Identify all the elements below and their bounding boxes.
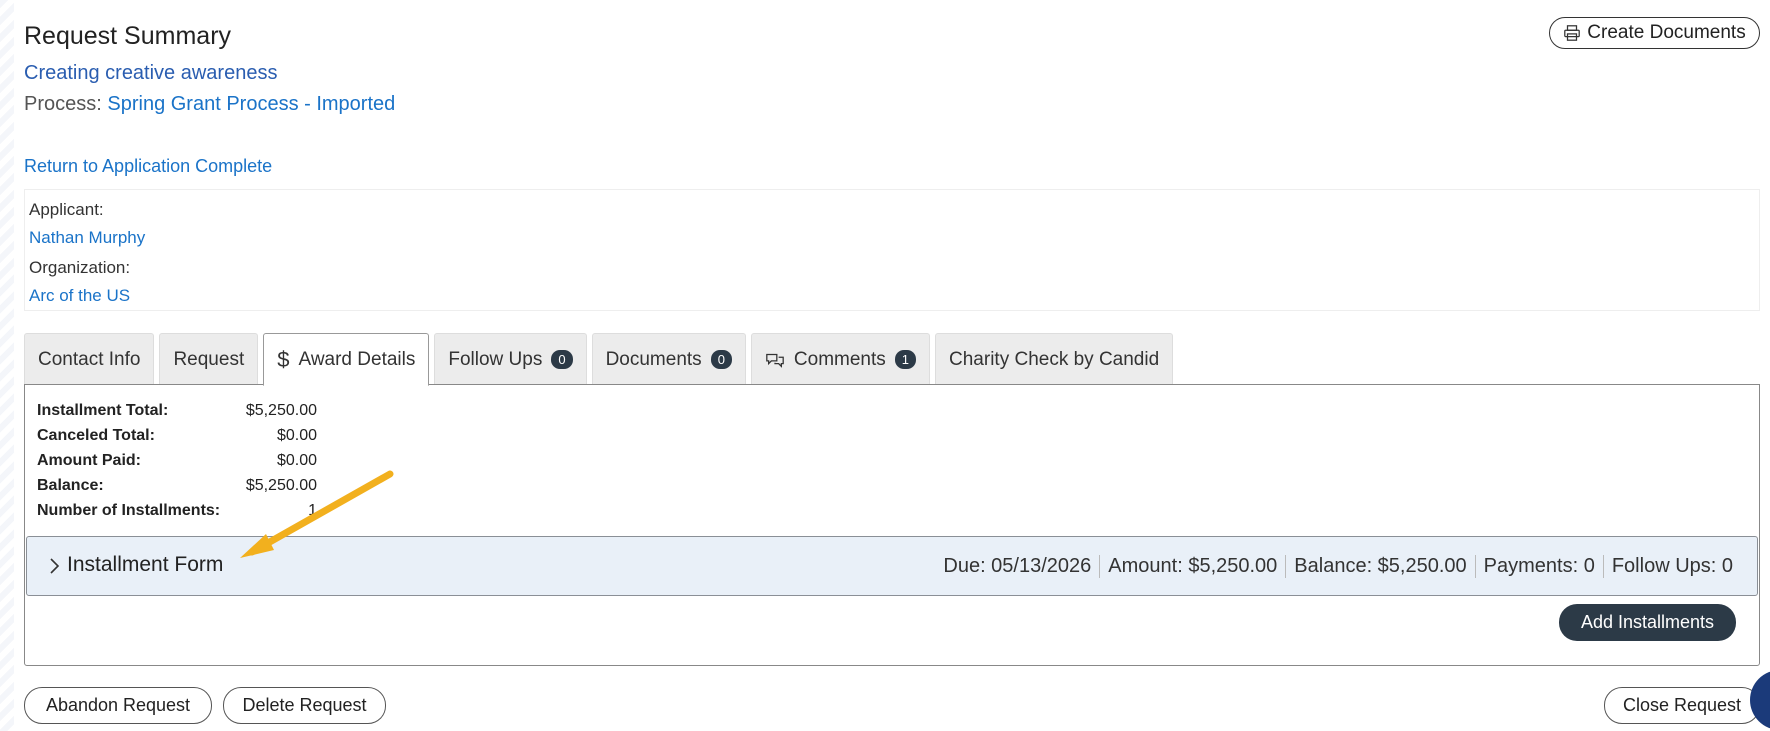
- abandon-request-button[interactable]: Abandon Request: [24, 687, 212, 724]
- installment-amount: Amount: $5,250.00: [1099, 555, 1285, 578]
- background-stripe: [0, 0, 14, 731]
- tab-label: Contact Info: [38, 348, 141, 370]
- tab-follow-ups[interactable]: Follow Ups 0: [434, 333, 587, 385]
- tab-label: Comments: [793, 348, 886, 370]
- summary-label: Canceled Total:: [37, 427, 155, 444]
- tab-label: Documents: [605, 348, 702, 370]
- count-badge: 0: [710, 350, 732, 369]
- summary-label: Amount Paid:: [37, 452, 141, 469]
- process-link[interactable]: Spring Grant Process - Imported: [107, 93, 395, 115]
- summary-label: Installment Total:: [37, 402, 169, 419]
- delete-request-button[interactable]: Delete Request: [223, 687, 386, 724]
- tab-label: Charity Check by Candid: [949, 348, 1160, 370]
- summary-label: Balance:: [37, 477, 104, 494]
- count-badge: 0: [551, 350, 573, 369]
- installment-balance: Balance: $5,250.00: [1285, 555, 1474, 578]
- tab-charity-check[interactable]: Charity Check by Candid: [935, 333, 1174, 385]
- installment-due: Due: 05/13/2026: [943, 555, 1092, 577]
- create-documents-label: Create Documents: [1587, 22, 1746, 43]
- tab-documents[interactable]: Documents 0: [591, 333, 746, 385]
- installment-title: Installment Form: [67, 553, 224, 576]
- tab-request[interactable]: Request: [159, 333, 259, 385]
- installment-follow-ups: Follow Ups: 0: [1602, 555, 1741, 578]
- tab-label: Request: [173, 348, 245, 370]
- dollar-icon: $: [277, 346, 290, 372]
- return-link[interactable]: Return to Application Complete: [24, 156, 272, 177]
- request-subtitle: Creating creative awareness: [24, 62, 278, 84]
- installment-meta: Due: 05/13/2026 Amount: $5,250.00 Balanc…: [935, 555, 1741, 578]
- create-documents-button[interactable]: Create Documents: [1549, 17, 1760, 49]
- close-request-button[interactable]: Close Request: [1604, 687, 1760, 724]
- summary-value: $0.00: [276, 427, 317, 444]
- comments-icon: [766, 353, 784, 368]
- add-installments-button[interactable]: Add Installments: [1559, 604, 1736, 641]
- tab-comments[interactable]: Comments 1: [750, 333, 931, 385]
- page-title: Request Summary: [24, 22, 232, 50]
- tab-award-details[interactable]: $ Award Details: [263, 333, 430, 386]
- tab-label: Follow Ups: [448, 348, 543, 370]
- tab-contact-info[interactable]: Contact Info: [24, 333, 155, 385]
- printer-icon: [1564, 25, 1581, 41]
- summary-label: Number of Installments:: [37, 502, 221, 519]
- process-line: Process: Spring Grant Process - Imported: [24, 93, 395, 116]
- chevron-right-icon: [50, 558, 60, 574]
- summary-value: $5,250.00: [245, 402, 317, 419]
- organization-label: Organization:: [29, 258, 131, 277]
- organization-link[interactable]: Arc of the US: [29, 286, 130, 306]
- floating-help-button[interactable]: [1750, 670, 1770, 730]
- process-label: Process:: [24, 93, 102, 115]
- applicant-label: Applicant:: [29, 200, 104, 219]
- count-badge: 1: [894, 350, 917, 369]
- applicant-link[interactable]: Nathan Murphy: [29, 228, 145, 248]
- applicant-info-box: Applicant: Nathan Murphy Organization: A…: [24, 189, 1760, 311]
- installment-payments: Payments: 0: [1474, 555, 1603, 578]
- tab-label: Award Details: [298, 348, 416, 370]
- tab-bar: Contact Info Request $ Award Details Fol…: [24, 333, 1174, 386]
- annotation-arrow-icon: [240, 470, 394, 558]
